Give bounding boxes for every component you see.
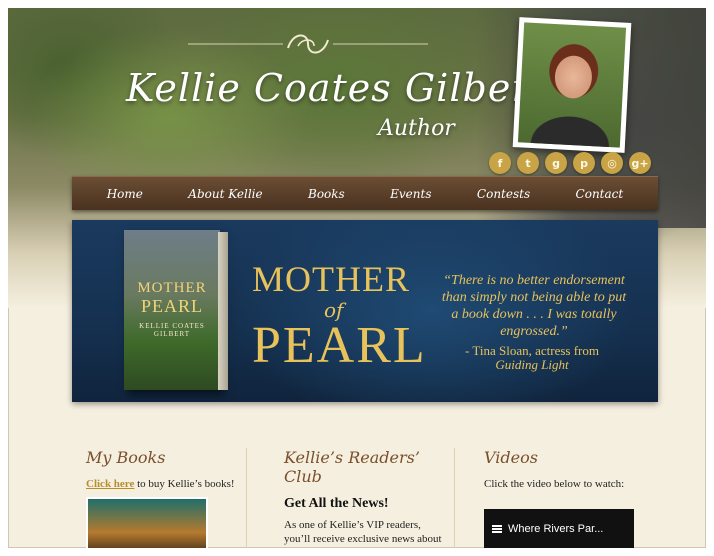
instagram-icon[interactable]: ◎ bbox=[601, 152, 623, 174]
my-books-text: Click here to buy Kellie’s books! bbox=[86, 477, 236, 491]
click-here-link[interactable]: Click here bbox=[86, 478, 134, 490]
facebook-icon[interactable]: f bbox=[489, 152, 511, 174]
book-spine bbox=[218, 232, 228, 390]
pinterest-icon[interactable]: p bbox=[573, 152, 595, 174]
main-nav: Home About Kellie Books Events Contests … bbox=[72, 176, 658, 210]
nav-item-events[interactable]: Events bbox=[390, 187, 431, 201]
quote-author: - Tina Sloan, actress from bbox=[465, 343, 599, 358]
flourish-ornament bbox=[188, 34, 428, 54]
featured-book-banner[interactable]: MOTHER PEARL KELLIE COATES GILBERT MOTHE… bbox=[72, 220, 658, 402]
book-cover-author: KELLIE COATES GILBERT bbox=[139, 322, 205, 338]
banner-title-line1: MOTHER bbox=[252, 259, 410, 299]
my-books-heading: My Books bbox=[86, 448, 166, 467]
twitter-icon[interactable]: t bbox=[517, 152, 539, 174]
news-title: Get All the News! bbox=[284, 496, 389, 511]
author-photo bbox=[512, 17, 632, 153]
book-cover[interactable]: MOTHER PEARL KELLIE COATES GILBERT bbox=[124, 230, 220, 390]
quote-source: Guiding Light bbox=[495, 357, 569, 372]
readers-club-column: Kellie’s Readers’ Club Get All the News!… bbox=[284, 448, 444, 556]
video-player[interactable]: Where Rivers Par... bbox=[484, 509, 634, 548]
video-title[interactable]: Where Rivers Par... bbox=[508, 523, 603, 535]
column-divider bbox=[246, 448, 247, 548]
my-books-caption: to buy Kellie’s books! bbox=[134, 478, 235, 490]
google-plus-icon[interactable]: g+ bbox=[629, 152, 651, 174]
banner-quote: “There is no better endorsement than sim… bbox=[441, 273, 627, 339]
my-books-column: My Books Click here to buy Kellie’s book… bbox=[86, 448, 236, 548]
nav-item-contact[interactable]: Contact bbox=[576, 187, 624, 201]
banner-quote-attribution: - Tina Sloan, actress from Guiding Light bbox=[452, 344, 612, 372]
site-subtitle: Author bbox=[378, 116, 455, 141]
book-thumbnail[interactable] bbox=[86, 497, 208, 548]
goodreads-icon[interactable]: g bbox=[545, 152, 567, 174]
page-frame: Kellie Coates Gilbert Author f t g p ◎ g… bbox=[0, 0, 714, 556]
social-icons: f t g p ◎ g+ bbox=[489, 152, 651, 174]
site-title[interactable]: Kellie Coates Gilbert bbox=[126, 66, 547, 110]
nav-item-about[interactable]: About Kellie bbox=[188, 187, 262, 201]
readers-club-heading: Kellie’s Readers’ Club bbox=[284, 448, 420, 486]
videos-text: Click the video below to watch: bbox=[484, 478, 625, 490]
videos-column: Videos Click the video below to watch: W… bbox=[484, 448, 644, 548]
author-photo-image bbox=[517, 22, 627, 148]
book-cover-title-line1: MOTHER bbox=[137, 280, 207, 296]
nav-item-contests[interactable]: Contests bbox=[477, 187, 530, 201]
nav-item-home[interactable]: Home bbox=[107, 187, 143, 201]
videos-heading: Videos bbox=[484, 448, 538, 467]
readers-club-body: As one of Kellie’s VIP readers, you’ll r… bbox=[284, 519, 442, 556]
banner-title-line2: PEARL bbox=[252, 317, 427, 374]
nav-item-books[interactable]: Books bbox=[308, 187, 345, 201]
playlist-menu-icon[interactable] bbox=[492, 525, 502, 533]
book-cover-title-line2: PEARL bbox=[140, 296, 203, 316]
column-divider bbox=[454, 448, 455, 548]
